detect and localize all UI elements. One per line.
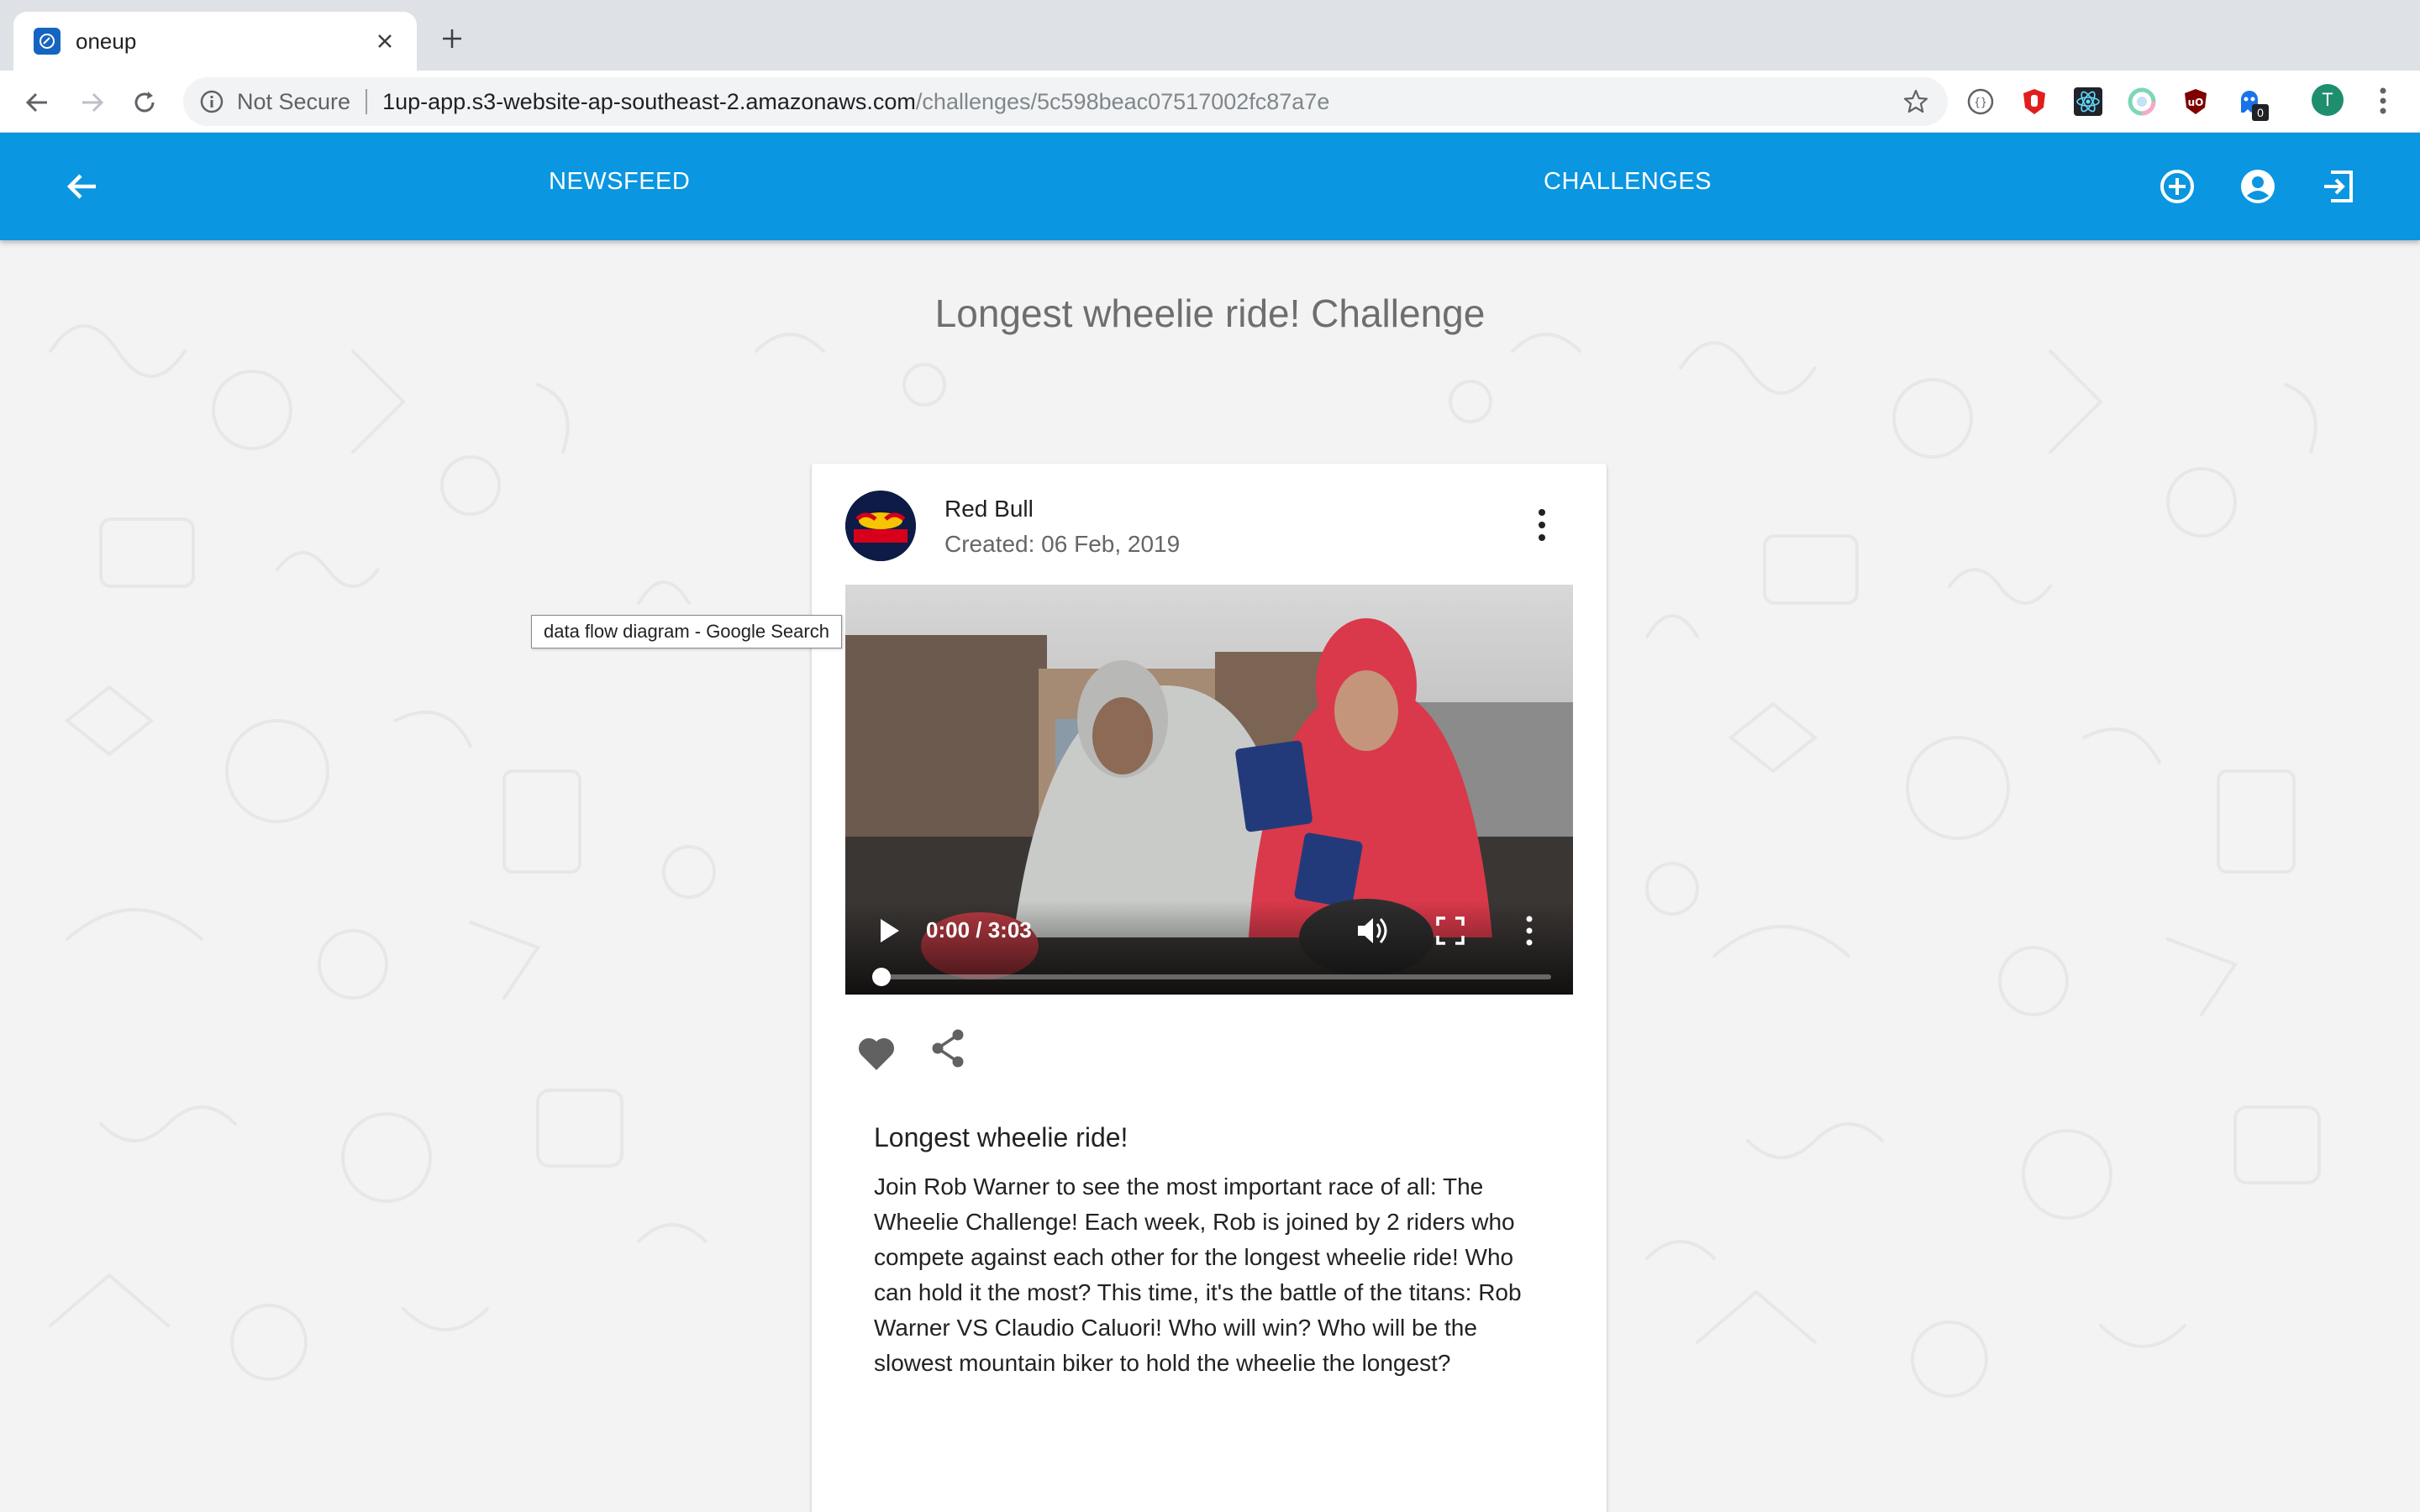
video-more-icon[interactable]: [1521, 912, 1538, 949]
new-tab-icon[interactable]: [435, 22, 469, 55]
browser-menu-icon[interactable]: [2370, 84, 2396, 118]
video-time: 0:00 / 3:03: [926, 917, 1032, 942]
tab-close-icon[interactable]: [370, 26, 400, 56]
browser-tab[interactable]: oneup: [13, 12, 417, 71]
created-date: Created: 06 Feb, 2019: [944, 531, 1181, 557]
nav-newsfeed[interactable]: NEWSFEED: [549, 168, 690, 196]
app-top-bar: NEWSFEED CHALLENGES: [0, 133, 2420, 240]
video-controls: 0:00 / 3:03: [845, 900, 1573, 995]
author-name[interactable]: Red Bull: [944, 496, 1034, 522]
reload-icon[interactable]: [128, 86, 161, 119]
extension-red-shield-icon[interactable]: [2018, 86, 2050, 118]
browser-toolbar: Not Secure 1up-app.s3-website-ap-southea…: [0, 71, 2420, 133]
svg-text:{}: {}: [1974, 97, 1987, 109]
post-title: Longest wheelie ride!: [874, 1122, 1128, 1152]
page-title: Longest wheelie ride! Challenge: [934, 291, 1486, 335]
info-icon[interactable]: [198, 88, 225, 115]
tab-title: oneup: [76, 28, 137, 54]
video-player[interactable]: 0:00 / 3:03: [845, 585, 1573, 995]
bookmark-star-icon[interactable]: [1902, 88, 1929, 115]
app-viewport: NEWSFEED CHALLENGES Longest wheelie ride…: [0, 133, 2420, 1512]
extension-badge: 0: [2252, 104, 2269, 121]
url-host: 1up-app.s3-website-ap-southeast-2.amazon…: [382, 88, 916, 114]
red-bull-logo-icon: [845, 491, 916, 561]
video-progress-thumb[interactable]: [872, 968, 891, 986]
card-more-icon[interactable]: [1529, 504, 1555, 546]
extension-ublock-icon[interactable]: uO: [2180, 86, 2212, 118]
extension-color-wheel-icon[interactable]: [2126, 86, 2158, 118]
nav-challenges[interactable]: CHALLENGES: [1544, 168, 1712, 196]
browser-forward-icon[interactable]: [76, 86, 109, 119]
post-body: Join Rob Warner to see the most importan…: [874, 1173, 1522, 1376]
share-icon[interactable]: [929, 1028, 966, 1068]
extension-ghost-icon[interactable]: 0: [2233, 86, 2269, 121]
url-text: 1up-app.s3-website-ap-southeast-2.amazon…: [382, 89, 1329, 115]
fullscreen-icon[interactable]: [1435, 916, 1465, 946]
browser-back-icon[interactable]: [20, 86, 54, 119]
add-circle-icon[interactable]: [2156, 165, 2198, 207]
tab-hover-tooltip: data flow diagram - Google Search: [531, 615, 842, 648]
favicon-icon: [34, 28, 60, 55]
author-avatar[interactable]: [845, 491, 916, 561]
exit-icon[interactable]: [2317, 165, 2360, 207]
url-path: /challenges/5c598beac07517002fc87a7e: [915, 88, 1330, 114]
address-bar[interactable]: Not Secure 1up-app.s3-website-ap-southea…: [183, 77, 1948, 126]
volume-icon[interactable]: [1355, 914, 1390, 948]
address-separator: [366, 89, 368, 114]
video-progress-track[interactable]: [881, 974, 1551, 979]
play-icon[interactable]: [874, 916, 904, 946]
security-label: Not Secure: [237, 88, 351, 114]
browser-tab-strip: oneup: [0, 0, 2420, 71]
back-arrow-icon[interactable]: [62, 166, 103, 207]
extension-code-icon[interactable]: {}: [1965, 86, 1996, 118]
extension-react-icon[interactable]: [2072, 86, 2104, 118]
profile-avatar[interactable]: T: [2312, 84, 2344, 116]
svg-text:uO: uO: [2188, 97, 2204, 108]
account-circle-icon[interactable]: [2237, 165, 2279, 207]
heart-icon[interactable]: [857, 1035, 896, 1072]
challenge-card: Red Bull Created: 06 Feb, 2019 0:00 / 3:…: [812, 464, 1607, 1512]
